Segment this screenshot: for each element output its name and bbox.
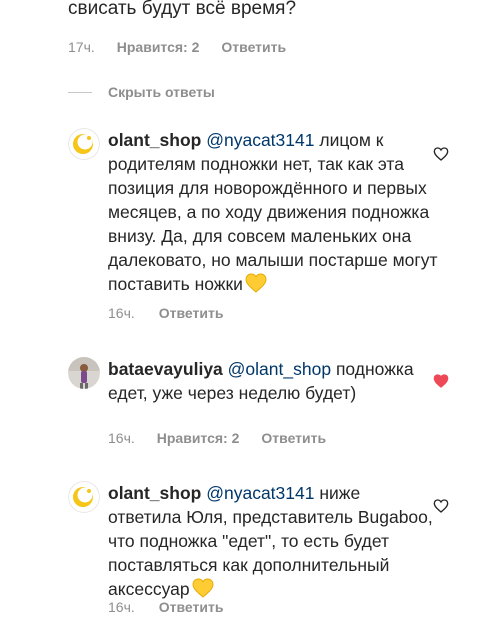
reply-button[interactable]: Ответить: [159, 305, 224, 321]
like-heart-icon[interactable]: [433, 146, 449, 162]
comment-meta: 16ч. Ответить: [108, 597, 223, 617]
comment-time: 16ч.: [108, 305, 135, 321]
comment-mention[interactable]: @nyacat3141: [206, 130, 314, 150]
user-photo-icon: [68, 357, 100, 389]
reply-button[interactable]: Ответить: [221, 39, 286, 55]
likes-count-button[interactable]: Нравится: 2: [117, 39, 200, 55]
liked-heart-icon[interactable]: [433, 373, 449, 389]
hide-replies-button[interactable]: Скрыть ответы: [68, 84, 215, 100]
comment-body: bataevayuliya @olant_shop подножка едет,…: [108, 357, 438, 405]
avatar[interactable]: [68, 357, 100, 389]
comment-time: 16ч.: [108, 430, 135, 446]
comment-body: olant_shop @nyacat3141 ниже ответила Юля…: [108, 481, 438, 601]
olant-shop-logo-icon: [68, 481, 100, 513]
comment-meta: 16ч. Ответить: [108, 303, 223, 323]
comment-meta: 16ч. Нравится: 2 Ответить: [108, 428, 326, 448]
comment-username[interactable]: olant_shop: [108, 130, 201, 150]
previous-comment-text: свисать будут всё время?: [68, 0, 297, 19]
comment-body: olant_shop @nyacat3141 лицом к родителям…: [108, 128, 438, 296]
reply-button[interactable]: Ответить: [261, 430, 326, 446]
divider-line: [68, 91, 92, 93]
like-heart-icon[interactable]: [433, 498, 449, 514]
comment-text: лицом к родителям подножки нет, так как …: [108, 130, 438, 294]
comment-username[interactable]: bataevayuliya: [108, 359, 223, 379]
comment-mention[interactable]: @nyacat3141: [206, 483, 314, 503]
avatar[interactable]: [68, 128, 100, 160]
comment-mention[interactable]: @olant_shop: [228, 359, 331, 379]
yellow-heart-icon: [245, 273, 267, 293]
olant-shop-logo-icon: [68, 128, 100, 160]
hide-replies-label: Скрыть ответы: [108, 84, 215, 100]
previous-comment-meta: 17ч. Нравится: 2 Ответить: [68, 37, 286, 57]
avatar[interactable]: [68, 481, 100, 513]
comment-time: 17ч.: [68, 39, 95, 55]
likes-count-button[interactable]: Нравится: 2: [157, 430, 240, 446]
comment-time: 16ч.: [108, 599, 135, 615]
reply-button[interactable]: Ответить: [159, 599, 224, 615]
yellow-heart-icon: [192, 578, 214, 598]
comment-username[interactable]: olant_shop: [108, 483, 201, 503]
